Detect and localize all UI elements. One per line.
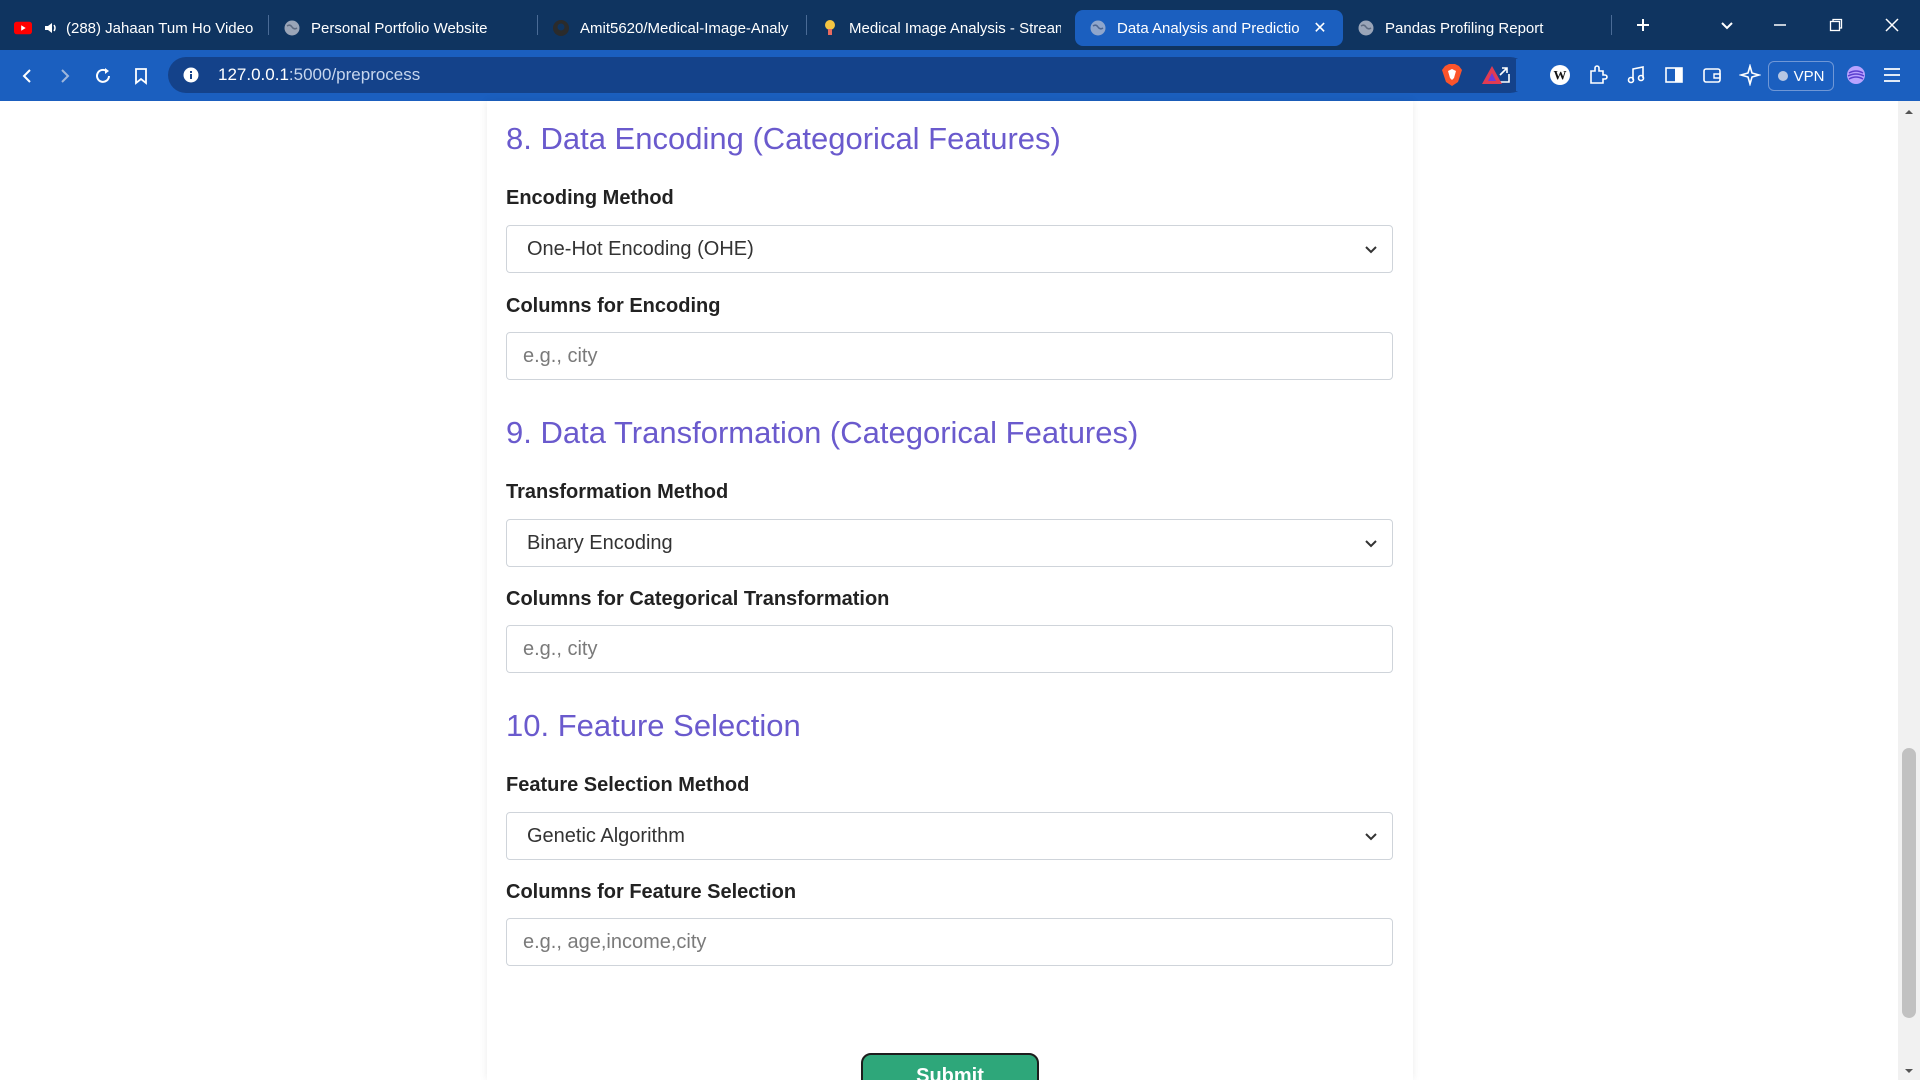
music-icon[interactable]	[1620, 59, 1652, 91]
scroll-down-arrow-icon[interactable]	[1904, 1066, 1914, 1076]
toolbar-separator	[1516, 59, 1530, 91]
preprocess-form-card: 8. Data Encoding (Categorical Features) …	[487, 101, 1413, 1080]
section-title-feature-selection: 10. Feature Selection	[506, 708, 801, 743]
svg-text:W: W	[1554, 68, 1567, 83]
chevron-down-icon	[1365, 833, 1377, 841]
scroll-thumb[interactable]	[1902, 748, 1916, 1018]
vpn-label: VPN	[1793, 67, 1825, 85]
transformation-columns-label: Columns for Categorical Transformation	[506, 588, 890, 610]
feature-selection-columns-input[interactable]	[506, 918, 1393, 966]
youtube-icon	[14, 19, 32, 37]
bookmark-icon[interactable]	[122, 57, 160, 95]
github-icon	[552, 19, 570, 37]
browser-toolbar: 127.0.0.1:5000/preprocess W VPN	[0, 50, 1920, 101]
tab-title: Personal Portfolio Website	[311, 19, 488, 37]
site-info-icon[interactable]	[182, 66, 200, 84]
chevron-down-icon	[1365, 246, 1377, 254]
scroll-up-arrow-icon[interactable]	[1904, 107, 1914, 117]
tab-portfolio[interactable]: Personal Portfolio Website	[269, 10, 537, 46]
tab-title: Data Analysis and Predictio	[1117, 19, 1300, 37]
close-window-button[interactable]	[1864, 0, 1920, 50]
vpn-status-icon	[1777, 71, 1788, 81]
wikipedia-extension-icon[interactable]: W	[1544, 59, 1576, 91]
feature-selection-columns-label: Columns for Feature Selection	[506, 881, 797, 903]
feature-selection-method-value: Genetic Algorithm	[527, 824, 685, 847]
submit-button[interactable]: Submit	[861, 1053, 1039, 1080]
url-host: 127.0.0.1	[218, 65, 289, 84]
minimize-button[interactable]	[1752, 0, 1808, 50]
encoding-method-select[interactable]: One-Hot Encoding (OHE)	[506, 225, 1393, 273]
tab-title: Pandas Profiling Report	[1385, 19, 1544, 37]
tab-title: Amit5620/Medical-Image-Analy	[580, 19, 789, 37]
tab-separator	[1611, 15, 1612, 35]
encoding-method-label: Encoding Method	[506, 187, 674, 209]
tab-title: (288) Jahaan Tum Ho Video	[66, 19, 254, 37]
tab-data-analysis[interactable]: Data Analysis and Predictio ✕	[1075, 10, 1343, 46]
url-path: :5000/preprocess	[288, 65, 421, 84]
speaker-icon[interactable]	[42, 19, 60, 37]
tab-pandas-profiling[interactable]: Pandas Profiling Report	[1343, 10, 1611, 46]
streamlit-icon	[821, 19, 839, 37]
transformation-columns-input[interactable]	[506, 625, 1393, 673]
encoding-method-value: One-Hot Encoding (OHE)	[527, 237, 754, 260]
new-tab-button[interactable]	[1618, 0, 1668, 50]
globe-icon	[283, 19, 301, 37]
tab-streamlit[interactable]: Medical Image Analysis - Stream	[807, 10, 1075, 46]
chevron-down-icon[interactable]	[1702, 0, 1752, 50]
page-content: 8. Data Encoding (Categorical Features) …	[0, 101, 1920, 1080]
tab-youtube[interactable]: (288) Jahaan Tum Ho Video	[0, 10, 268, 46]
vpn-button[interactable]: VPN	[1768, 61, 1834, 91]
transformation-method-select[interactable]: Binary Encoding	[506, 519, 1393, 567]
wallet-icon[interactable]	[1696, 59, 1728, 91]
page-scrollbar[interactable]	[1898, 101, 1920, 1080]
forward-button[interactable]	[46, 57, 84, 95]
encoding-columns-input[interactable]	[506, 332, 1393, 380]
restore-button[interactable]	[1808, 0, 1864, 50]
tab-strip: (288) Jahaan Tum Ho Video Personal Portf…	[0, 0, 1920, 50]
transformation-method-label: Transformation Method	[506, 481, 729, 503]
section-title-data-transformation: 9. Data Transformation (Categorical Feat…	[506, 415, 1139, 450]
menu-icon[interactable]	[1876, 59, 1908, 91]
transformation-method-value: Binary Encoding	[527, 531, 673, 554]
globe-icon	[1089, 19, 1107, 37]
extensions-icon[interactable]	[1582, 59, 1614, 91]
chevron-down-icon	[1365, 540, 1377, 548]
globe-icon	[1357, 19, 1375, 37]
encoding-columns-label: Columns for Encoding	[506, 295, 721, 317]
tab-title: Medical Image Analysis - Stream	[849, 19, 1061, 37]
tab-github[interactable]: Amit5620/Medical-Image-Analy	[538, 10, 806, 46]
reload-button[interactable]	[84, 57, 122, 95]
feature-selection-method-label: Feature Selection Method	[506, 774, 750, 796]
back-button[interactable]	[8, 57, 46, 95]
feature-selection-method-select[interactable]: Genetic Algorithm	[506, 812, 1393, 860]
brave-news-icon[interactable]	[1840, 59, 1872, 91]
address-bar[interactable]: 127.0.0.1:5000/preprocess	[168, 57, 1528, 93]
sidebar-icon[interactable]	[1658, 59, 1690, 91]
section-title-data-encoding: 8. Data Encoding (Categorical Features)	[506, 121, 1061, 156]
close-icon[interactable]: ✕	[1311, 19, 1329, 37]
brave-rewards-icon[interactable]	[1476, 59, 1508, 91]
brave-shield-icon[interactable]	[1436, 59, 1468, 91]
leo-ai-icon[interactable]	[1734, 59, 1766, 91]
